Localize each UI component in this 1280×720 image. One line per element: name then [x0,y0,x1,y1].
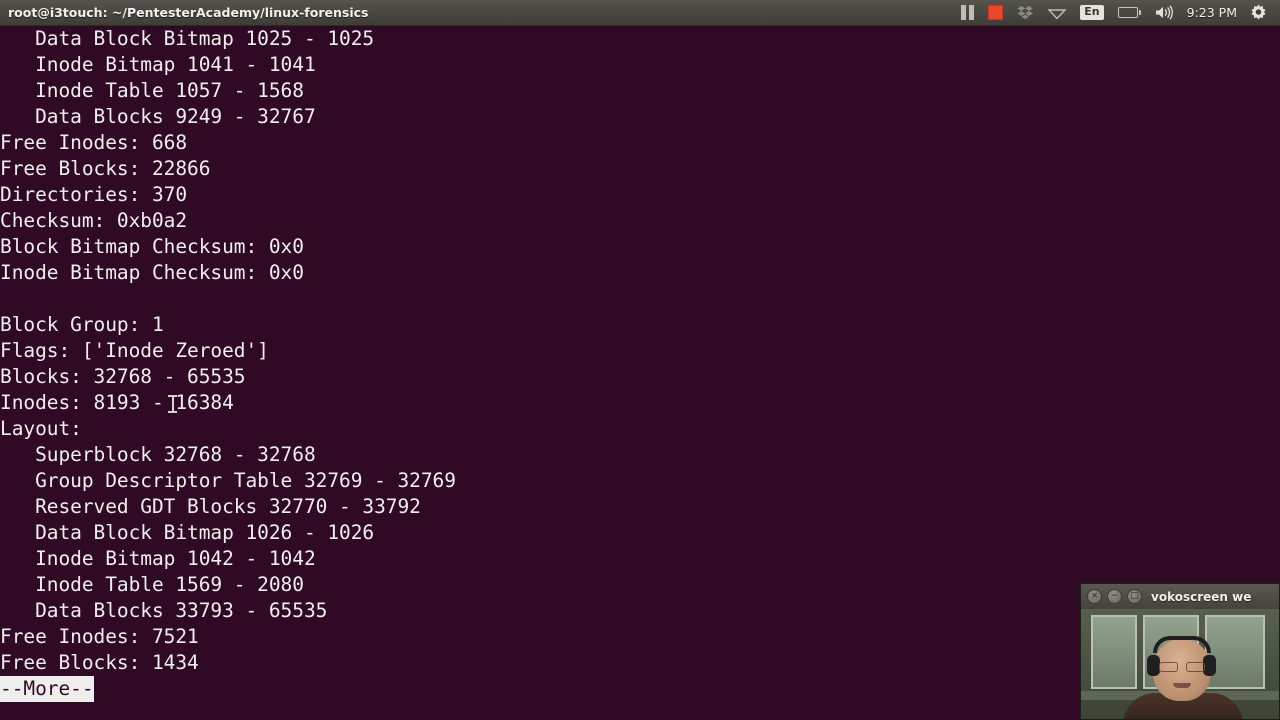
gear-icon[interactable] [1243,0,1274,26]
stop-square [988,5,1004,20]
terminal-line: Block Group: 1 [0,313,164,336]
more-prompt[interactable]: --More-- [0,676,94,702]
dropbox-glyph [1017,5,1034,19]
terminal-line: Data Block Bitmap 1025 - 1025 [0,27,375,50]
glasses [1159,662,1205,672]
volume-glyph [1155,5,1173,20]
pause-bars [961,5,975,20]
terminal-line: Blocks: 32768 - 65535 [0,365,246,388]
terminal-line: Data Block Bitmap 1026 - 1026 [0,521,375,544]
mouth [1173,683,1191,688]
close-icon[interactable]: × [1087,589,1102,604]
wifi-glyph [1048,8,1067,20]
terminal-line: Inode Table 1057 - 1568 [0,79,304,102]
keyboard-layout-label: En [1080,4,1104,21]
system-tray: En 9:23 PM [954,0,1280,26]
record-stop-icon[interactable] [981,0,1010,26]
terminal-line: Layout: [0,417,82,440]
webcam-window-controls: × − □ [1087,589,1142,604]
window-pane [1091,615,1137,689]
window-pane [1205,615,1265,689]
terminal-line: Flags: ['Inode Zeroed'] [0,339,269,362]
minimize-icon[interactable]: − [1107,589,1122,604]
volume-icon[interactable] [1148,0,1181,26]
terminal-line: Inode Bitmap 1041 - 1041 [0,53,316,76]
terminal-line: Checksum: 0xb0a2 [0,209,188,232]
webcam-overlay-window[interactable]: × − □ vokoscreen we [1080,583,1280,720]
terminal-line: Free Blocks: 22866 [0,157,211,180]
terminal-line: Free Inodes: 668 [0,131,188,154]
terminal-line: Data Blocks 9249 - 32767 [0,105,316,128]
window-title: root@i3touch: ~/PentesterAcademy/linux-f… [8,5,369,20]
terminal-line: Directories: 370 [0,183,188,206]
keyboard-layout-indicator[interactable]: En [1073,0,1110,26]
terminal-line: Inode Bitmap Checksum: 0x0 [0,261,304,284]
wifi-icon[interactable] [1041,0,1073,26]
webcam-title: vokoscreen we [1151,589,1252,604]
terminal-line: Inodes: 8193 - 16384 [0,391,234,414]
maximize-icon[interactable]: □ [1127,589,1142,604]
terminal-line: Reserved GDT Blocks 32770 - 33792 [0,495,421,518]
headphones-band [1153,636,1211,653]
battery-icon[interactable] [1111,0,1148,26]
terminal-line: Group Descriptor Table 32769 - 32769 [0,469,456,492]
battery-glyph [1117,7,1141,18]
window-titlebar[interactable]: root@i3touch: ~/PentesterAcademy/linux-f… [0,0,1280,26]
terminal-line: Superblock 32768 - 32768 [0,443,316,466]
dropbox-icon[interactable] [1010,0,1041,26]
clock[interactable]: 9:23 PM [1181,5,1243,20]
webcam-titlebar[interactable]: × − □ vokoscreen we [1081,584,1279,609]
pause-icon[interactable] [954,0,981,26]
gear-glyph [1251,4,1266,20]
terminal-line: Inode Bitmap 1042 - 1042 [0,547,316,570]
webcam-video-feed [1081,609,1279,719]
terminal-line: Block Bitmap Checksum: 0x0 [0,235,304,258]
